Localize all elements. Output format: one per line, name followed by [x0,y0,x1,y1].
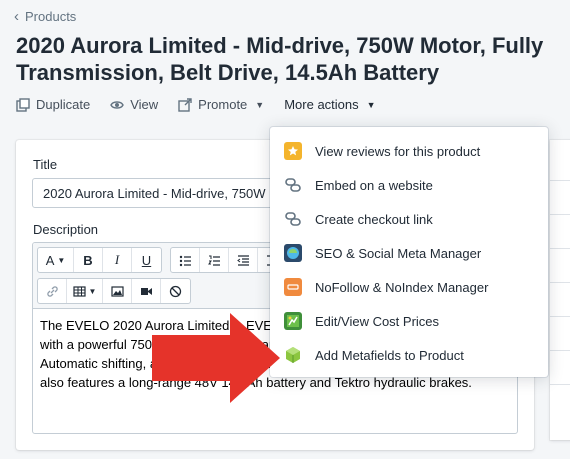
external-link-icon [178,97,192,112]
outdent-button[interactable] [229,248,258,272]
menu-item-seo-manager[interactable]: SEO & Social Meta Manager [270,236,548,270]
duplicate-label: Duplicate [36,97,91,112]
description-label: Description [33,222,99,237]
divider [550,316,570,317]
title-input[interactable]: 2020 Aurora Limited - Mid-drive, 750W Mo… [32,178,292,208]
outdent-icon [236,254,249,266]
divider [550,214,570,215]
underline-button[interactable]: U [132,248,161,272]
breadcrumb[interactable]: ‹ Products [14,8,76,25]
caret-down-icon: ▼ [366,99,376,110]
view-button[interactable]: View [110,97,158,112]
video-icon [140,287,152,295]
eye-icon [110,100,124,109]
format-group: A ▼ B I U [37,247,162,273]
divider [550,350,570,351]
divider [550,248,570,249]
menu-item-label: Create checkout link [315,211,433,227]
more-actions-button[interactable]: More actions ▼ [284,97,375,112]
menu-item-label: Embed on a website [315,177,433,193]
bullet-list-button[interactable] [171,248,200,272]
nofollow-icon [284,278,302,296]
insert-group: ▼ [37,278,191,304]
duplicate-button[interactable]: Duplicate [16,97,90,112]
text-format-button[interactable]: A ▼ [38,248,74,272]
menu-item-embed[interactable]: Embed on a website [270,168,548,202]
divider [550,282,570,283]
view-label: View [130,97,159,112]
menu-item-label: NoFollow & NoIndex Manager [315,279,489,295]
bold-button[interactable]: B [74,248,103,272]
page-title-line-1: 2020 Aurora Limited - Mid-drive, 750W Mo… [16,33,544,58]
text-format-label: A [45,252,55,268]
menu-item-label: SEO & Social Meta Manager [315,245,482,261]
side-card [550,140,570,440]
breadcrumb-label: Products [25,9,77,24]
divider [550,384,570,385]
star-icon [284,142,302,160]
menu-item-nofollow-manager[interactable]: NoFollow & NoIndex Manager [270,270,548,304]
menu-item-view-reviews[interactable]: View reviews for this product [270,134,548,168]
chevron-left-icon: ‹ [14,8,19,25]
numbered-list-button[interactable] [200,248,229,272]
italic-button[interactable]: I [103,248,132,272]
duplicate-icon [16,97,30,112]
clear-format-icon [169,285,182,297]
caret-down-icon: ▼ [88,286,97,296]
page-title-line-2: Transmission, Belt Drive, 14.5Ah Battery [16,60,440,85]
menu-item-checkout-link[interactable]: Create checkout link [270,202,548,236]
caret-down-icon: ▼ [57,255,66,265]
link-icon [284,210,302,228]
link-button[interactable] [38,279,67,303]
caret-down-icon: ▼ [255,99,265,110]
divider [550,180,570,181]
bullet-list-icon [179,255,191,266]
table-icon [72,285,86,297]
link-icon [46,285,58,297]
menu-item-label: Add Metafields to Product [315,347,464,363]
embed-icon [284,176,302,194]
page-title: 2020 Aurora Limited - Mid-drive, 750W Mo… [16,32,570,86]
numbered-list-icon [207,255,220,266]
seo-icon [284,244,302,262]
clear-format-button[interactable] [161,279,190,303]
video-button[interactable] [132,279,161,303]
menu-item-label: View reviews for this product [315,143,481,159]
promote-label: Promote [198,97,248,112]
promote-button[interactable]: Promote ▼ [178,97,264,112]
page-actions: Duplicate View Promote ▼ More actions ▼ [16,97,396,112]
title-label: Title [33,157,58,172]
menu-item-label: Edit/View Cost Prices [315,313,440,329]
more-actions-label: More actions [284,97,359,112]
image-button[interactable] [103,279,132,303]
annotation-arrow [152,313,280,403]
table-button[interactable]: ▼ [67,279,103,303]
image-icon [110,285,124,297]
